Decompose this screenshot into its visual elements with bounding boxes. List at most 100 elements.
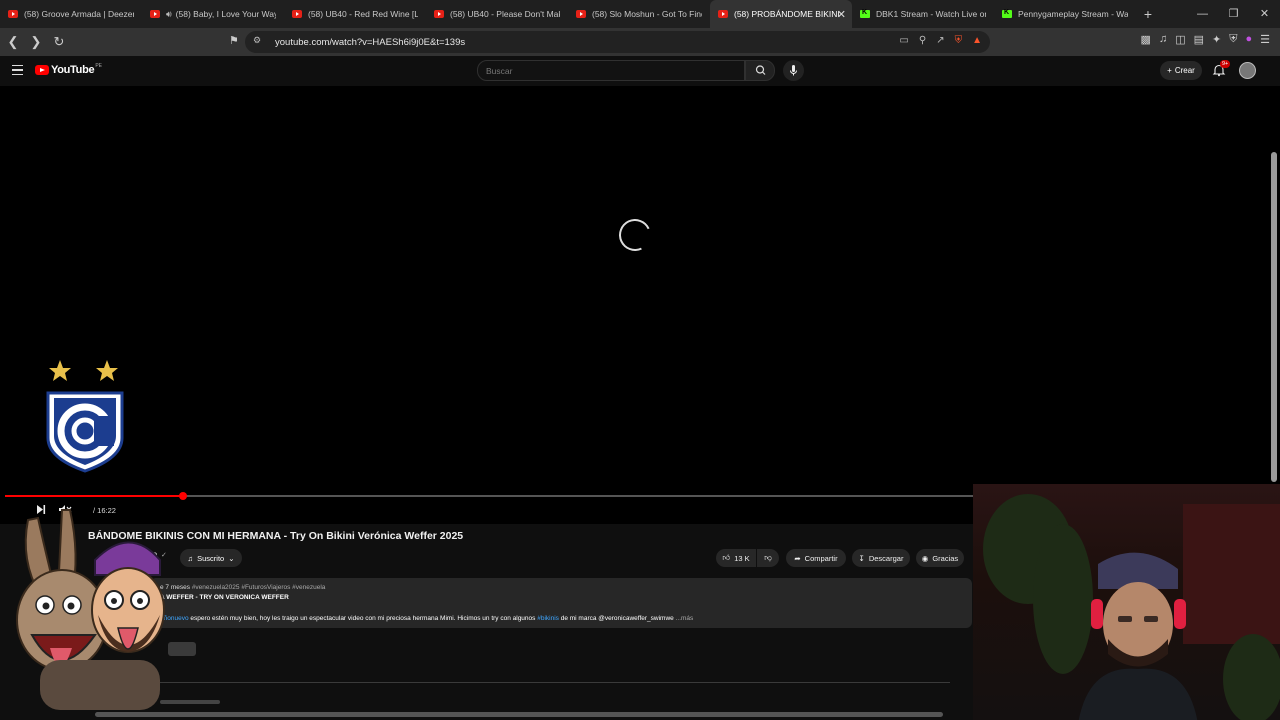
address-bar: ❮ ❯ ↻ ⚑ ⚙ youtube.com/watch?v=HAESh6i9j0… [0,28,1280,56]
kick-favicon-icon [860,9,870,18]
browser-tab[interactable]: (58) PROBÁNDOME BIKINI ✕ [710,0,852,28]
share-icon[interactable]: ↗ [936,35,944,46]
donkey-mascot-overlay [16,509,165,710]
browser-tab[interactable]: (58) UB40 - Red Red Wine [Loo [284,0,426,28]
tab-title: (58) Slo Moshun - Got To Find [592,9,702,19]
youtube-logo[interactable]: YouTube PE [35,63,102,76]
download-label: Descargar [868,553,904,563]
restore-icon[interactable]: ❐ [1218,0,1249,28]
loading-spinner-icon [614,214,656,256]
subscribed-label: Suscrito [197,553,225,563]
browser-tab[interactable]: (58) Groove Armada | Deezer R [0,0,142,28]
vpn-icon[interactable]: ⛨ [1229,33,1237,46]
close-tab-icon[interactable]: ✕ [837,8,846,21]
browser-tab[interactable]: DBK1 Stream - Watch Live on K [852,0,994,28]
youtube-wordmark: YouTube [51,64,95,76]
more-link[interactable]: ...más [676,615,694,622]
country-code: PE [95,63,102,69]
like-button[interactable]: 👍︎ 13 K [716,549,756,567]
chevron-down-icon: ⌄ [228,553,235,563]
url-field[interactable]: ⚑ ⚙ youtube.com/watch?v=HAESh6i9j0E&t=13… [229,31,990,53]
tab-title: DBK1 Stream - Watch Live on K [876,9,986,19]
hashtags[interactable]: #venezuela2025 #FuturosViajeros #venezue… [192,584,326,591]
site-info-icon[interactable]: ⚙ [253,35,261,46]
brave-rewards-icon[interactable]: ▲ [972,35,982,46]
youtube-favicon-icon [292,10,302,18]
search-button[interactable] [745,60,775,81]
progress-played [5,495,183,497]
create-label: Crear [1174,66,1195,75]
description-snippet: eñonuevo espero estén muy bien, hoy les … [160,615,693,622]
microphone-icon [790,65,797,76]
create-button[interactable]: + Crear [1160,61,1202,80]
bookmark-icon[interactable]: ⚑ [229,34,239,47]
new-tab-button[interactable]: + [1136,6,1160,22]
tab-title: Pennygameplay Stream - Watc [1018,9,1128,19]
scrubber-handle[interactable] [179,492,187,500]
description-meta: e 7 meses #venezuela2025 #FuturosViajero… [160,584,325,591]
hamburger-menu-icon[interactable] [12,65,23,75]
sidebar-icon[interactable]: ◫ [1175,33,1185,46]
youtube-favicon-icon [576,10,586,18]
like-count: 13 K [734,553,750,563]
youtube-favicon-icon [434,10,444,18]
dislike-button[interactable]: 👎︎ [757,549,779,567]
tab-strip: (58) Groove Armada | Deezer R 🔊︎ (58) Baby… [0,0,1280,28]
club-crest-logo [46,360,124,473]
close-window-icon[interactable]: ✕ [1249,0,1280,28]
description-body: espero estén muy bien, hoy les traigo un… [188,615,538,622]
tab-title: (58) Groove Armada | Deezer R [24,9,134,19]
extensions-icon[interactable]: ▩ [1141,33,1151,46]
search-icon [755,65,766,75]
thanks-button[interactable]: ◉ Gracias [916,549,964,567]
plus-icon: + [1167,66,1172,75]
webcam-overlay [973,484,1280,720]
page-scrollbar[interactable] [1271,152,1277,482]
tab-title: (58) PROBÁNDOME BIKINI [734,9,840,19]
wallet-icon[interactable]: ▤ [1194,33,1204,46]
browser-menu-icon[interactable]: ☰ [1260,33,1270,46]
browser-tab[interactable]: (58) UB40 - Please Don't Make [426,0,568,28]
video-player[interactable]: / 16:22 [0,86,1270,524]
horizontal-scrollbar[interactable] [95,712,943,717]
profile-icon[interactable]: ● [1245,33,1252,46]
download-icon: ↧ [858,553,865,563]
account-avatar[interactable] [1239,62,1256,79]
brave-shield-icon[interactable]: ⛨ [955,35,963,46]
zoom-icon[interactable]: ⚲ [919,35,926,46]
subscribed-button[interactable]: ♫ Suscrito ⌄ [180,549,242,567]
share-button[interactable]: ➦ Compartir [786,549,846,567]
thumbs-down-icon: 👎︎ [764,553,772,562]
description-heading: A WEFFER - TRY ON VERONICA WEFFER [160,594,289,601]
leo-icon[interactable]: ✦ [1212,33,1221,46]
description-box[interactable]: e 7 meses #venezuela2025 #FuturosViajero… [150,578,972,628]
thanks-icon: ◉ [921,553,929,563]
download-button[interactable]: ↧ Descargar [852,549,910,567]
browser-tab[interactable]: 🔊︎ (58) Baby, I Love Your Way [142,0,284,28]
hashtag-link-bikinis[interactable]: #bikinis [537,615,559,622]
tab-title: (58) UB40 - Red Red Wine [Loo [308,9,418,19]
tab-title: (58) UB40 - Please Don't Make [450,9,560,19]
url-text: youtube.com/watch?v=HAESh6i9j0E&t=139s [275,36,466,48]
music-icon[interactable]: ♫ [1159,33,1167,46]
youtube-play-icon [35,65,49,75]
description-body-2: de mi marca @veronicaweffer_swimwe [558,615,674,622]
audio-playing-icon[interactable]: 🔊︎ [166,9,172,20]
window-controls: — ❐ ✕ [1187,0,1280,28]
thanks-label: Gracias [932,553,959,563]
reload-icon[interactable]: ↻ [49,34,69,50]
back-icon[interactable]: ❮ [3,34,23,50]
plant-right [1223,634,1280,720]
browser-tab[interactable]: (58) Slo Moshun - Got To Find [568,0,710,28]
share-arrow-icon: ➦ [794,553,801,563]
search-input[interactable]: Buscar [477,60,745,81]
browser-tab[interactable]: Pennygameplay Stream - Watc [994,0,1136,28]
forward-icon[interactable]: ❯ [26,34,46,50]
voice-search-button[interactable] [783,60,804,81]
divider [150,682,950,683]
thumbs-up-icon: 👍︎ [722,553,731,562]
streamer-webcam [1078,552,1198,720]
youtube-favicon-icon [718,10,728,18]
cast-icon[interactable]: ▭ [899,35,908,46]
minimize-icon[interactable]: — [1187,0,1218,28]
